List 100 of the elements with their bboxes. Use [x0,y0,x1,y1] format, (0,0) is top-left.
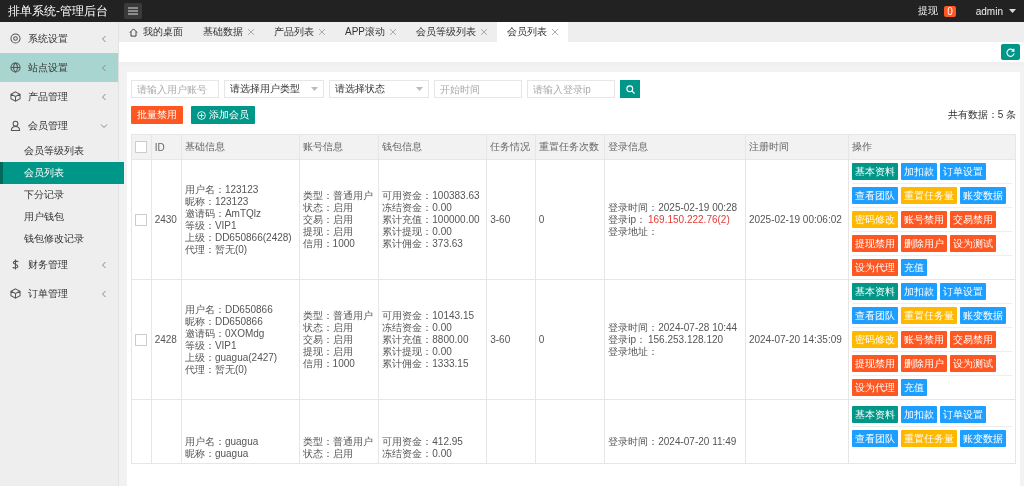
action-button[interactable]: 交易禁用 [950,331,997,348]
action-button[interactable]: 充值 [901,379,928,396]
info-line: 可用资金：10143.15 [382,309,475,322]
sidebar-subitem[interactable]: 下分记录 [0,184,118,206]
action-button[interactable]: 基本资料 [852,283,899,300]
gear-icon [10,33,21,44]
action-button[interactable]: 重置任务量 [901,307,958,324]
withdraw-link[interactable]: 提现 [918,4,939,18]
action-button[interactable]: 删除用户 [901,235,948,252]
sidebar-item[interactable]: 订单管理 [0,279,118,308]
column-header: ID [151,134,182,160]
sidebar-item[interactable]: 产品管理 [0,82,118,111]
sidebar-item[interactable]: 站点设置 [0,53,118,82]
action-button[interactable]: 加扣款 [901,283,938,300]
action-button[interactable]: 密码修改 [852,331,899,348]
action-button[interactable]: 加扣款 [901,406,938,423]
ip-address: 156.253.128.120 [648,333,724,345]
refresh-button[interactable] [1001,44,1020,60]
action-button[interactable]: 充值 [901,259,928,276]
checkbox[interactable] [135,333,147,346]
info-line: 累计充值：8800.00 [382,333,470,346]
tab[interactable]: 基础数据 [193,22,264,42]
action-button[interactable]: 账号禁用 [901,331,948,348]
search-button[interactable] [620,80,640,98]
action-button[interactable]: 提现禁用 [852,235,899,252]
action-button[interactable]: 设为测试 [950,235,997,252]
plus-circle-icon [197,110,206,120]
dropdown-field[interactable]: 请选择状态 [329,80,429,98]
checkbox[interactable] [135,141,147,154]
action-button[interactable]: 基本资料 [852,406,899,423]
action-button[interactable]: 查看团队 [852,430,899,447]
sidebar-item[interactable]: 系统设置 [0,24,118,53]
caret-icon [416,87,423,91]
chevron-icon [100,34,108,43]
action-button[interactable]: 订单设置 [940,163,987,180]
menu-button[interactable] [124,3,142,19]
action-button[interactable]: 账变数据 [960,187,1007,204]
dropdown-field[interactable]: 请选择用户类型 [224,80,324,98]
user-menu[interactable]: admin [975,5,1003,17]
action-button[interactable]: 查看团队 [852,307,899,324]
info-line: 登录地址： [608,225,660,238]
cube-icon [10,91,21,102]
info-line: 登录地址： [608,345,660,358]
info-line: 累计充值：100000.00 [382,213,481,226]
action-button[interactable]: 账变数据 [960,307,1007,324]
close-icon[interactable] [552,29,558,35]
globe-icon [10,62,21,73]
info-line: 累计提现：0.00 [382,225,453,238]
info-line: 冻结资金：0.00 [382,448,453,460]
add-member-button[interactable]: 添加会员 [191,106,255,124]
tab[interactable]: 会员列表 [497,22,568,42]
action-button[interactable]: 交易禁用 [950,211,997,228]
info-line: 昵称：123123 [184,195,250,208]
sidebar-subitem[interactable]: 会员等级列表 [0,140,118,162]
input-field[interactable]: 开始时间 [434,80,522,98]
action-button[interactable]: 重置任务量 [901,187,958,204]
action-button[interactable]: 提现禁用 [852,355,899,372]
action-button[interactable]: 加扣款 [901,163,938,180]
sidebar-subitem[interactable]: 钱包修改记录 [0,228,118,250]
tab[interactable]: 产品列表 [264,22,335,42]
sidebar-subitem[interactable]: 用户钱包 [0,206,118,228]
sidebar-item[interactable]: 财务管理 [0,250,118,279]
info-line: 登录时间：2024-07-20 11:49 [608,436,738,448]
tab[interactable]: 我的桌面 [119,22,193,42]
info-line: 可用资金：100383.63 [382,189,481,202]
action-button[interactable]: 账号禁用 [901,211,948,228]
tab[interactable]: APP滚动 [335,22,406,42]
action-button[interactable]: 账变数据 [960,430,1007,447]
action-button[interactable]: 查看团队 [852,187,899,204]
table-cell: 2025-02-19 00:06:02 [748,214,842,225]
batch-disable-button[interactable]: 批量禁用 [131,106,183,124]
action-button[interactable]: 设为代理 [852,379,899,396]
home-icon [129,27,138,37]
info-line: 邀请码：AmTQlz [184,207,263,220]
action-button[interactable]: 删除用户 [901,355,948,372]
column-header: 登录信息 [604,134,746,160]
action-button[interactable]: 基本资料 [852,163,899,180]
input-field[interactable]: 请输入用户账号 [131,80,219,98]
info-line: 等级：VIP1 [184,219,238,232]
close-icon[interactable] [390,29,396,35]
info-label: 登录ip： [608,213,646,225]
tab[interactable]: 会员等级列表 [406,22,497,42]
info-line: 用户名：DD650866 [184,303,274,316]
action-button[interactable]: 设为测试 [950,355,997,372]
table-cell: 3-60 [490,214,511,225]
sidebar-item[interactable]: 会员管理 [0,111,118,140]
ip-address: 169.150.222.76(2) [648,213,730,225]
close-icon[interactable] [319,29,325,35]
action-button[interactable]: 密码修改 [852,211,899,228]
action-button[interactable]: 设为代理 [852,259,899,276]
input-field[interactable]: 请输入登录ip [527,80,615,98]
close-icon[interactable] [248,29,254,35]
checkbox[interactable] [135,213,147,226]
column-header: 操作 [848,134,1016,160]
action-button[interactable]: 重置任务量 [901,430,958,447]
sidebar-subitem[interactable]: 会员列表 [0,162,124,184]
action-button[interactable]: 订单设置 [940,406,987,423]
action-button[interactable]: 订单设置 [940,283,987,300]
info-line: 类型：普通用户 [302,309,374,322]
close-icon[interactable] [481,29,487,35]
